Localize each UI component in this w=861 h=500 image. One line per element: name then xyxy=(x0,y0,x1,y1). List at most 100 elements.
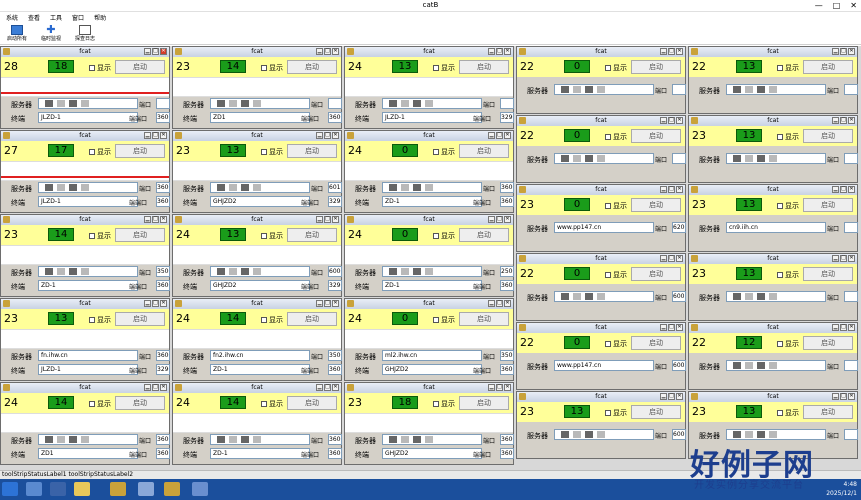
minimize-icon[interactable]: ▁ xyxy=(144,132,151,139)
start-button[interactable]: 启动 xyxy=(115,144,165,158)
port-input[interactable]: 2500 xyxy=(500,266,514,277)
start-button[interactable]: 启动 xyxy=(115,312,165,326)
show-checkbox[interactable]: 显示 xyxy=(605,339,627,349)
start-button[interactable]: 启动 xyxy=(631,267,681,281)
server-input[interactable] xyxy=(210,266,310,277)
checkbox-icon[interactable] xyxy=(605,410,611,416)
listen-port-input[interactable]: 3600 xyxy=(328,364,342,375)
listen-port-input[interactable]: 3600 xyxy=(328,448,342,459)
explorer-icon[interactable] xyxy=(74,482,90,496)
server-input[interactable] xyxy=(38,434,138,445)
close-icon[interactable]: ✕ xyxy=(848,255,855,262)
close-icon[interactable]: ✕ xyxy=(332,216,339,223)
port-input[interactable]: 6000 xyxy=(672,429,686,440)
listen-port-input[interactable]: 3600 xyxy=(156,196,170,207)
start-button[interactable]: 启动 xyxy=(287,60,337,74)
menu-help[interactable]: 帮助 xyxy=(94,13,106,22)
checkbox-icon[interactable] xyxy=(89,401,95,407)
close-icon[interactable]: ✕ xyxy=(848,117,855,124)
listen-port-input[interactable]: 3600 xyxy=(500,280,514,291)
checkbox-icon[interactable] xyxy=(261,317,267,323)
minimize-icon[interactable]: ▁ xyxy=(488,48,495,55)
close-button[interactable]: ✕ xyxy=(850,1,857,10)
show-checkbox[interactable]: 显示 xyxy=(89,315,111,325)
port-input[interactable]: 3500 xyxy=(328,350,342,361)
minimize-icon[interactable]: ▁ xyxy=(832,117,839,124)
show-checkbox[interactable]: 显示 xyxy=(433,399,455,409)
terminal-input[interactable]: JLZD-1 xyxy=(38,196,138,207)
show-checkbox[interactable]: 显示 xyxy=(89,399,111,409)
listen-port-input[interactable]: 3600 xyxy=(500,448,514,459)
port-input[interactable]: 3500 xyxy=(500,350,514,361)
checkbox-icon[interactable] xyxy=(433,149,439,155)
start-icon[interactable] xyxy=(2,482,18,496)
close-icon[interactable]: ✕ xyxy=(160,300,167,307)
close-icon[interactable]: ✕ xyxy=(332,300,339,307)
close-icon[interactable]: ✕ xyxy=(504,216,511,223)
close-icon[interactable]: ✕ xyxy=(676,324,683,331)
minimize-icon[interactable]: ▁ xyxy=(144,48,151,55)
maximize-icon[interactable]: □ xyxy=(152,48,159,55)
show-checkbox[interactable]: 显示 xyxy=(777,132,799,142)
close-icon[interactable]: ✕ xyxy=(332,48,339,55)
menu-tools[interactable]: 工具 xyxy=(50,13,62,22)
port-input[interactable] xyxy=(672,84,686,95)
listen-port-input[interactable]: 3290 xyxy=(500,112,514,123)
maximize-icon[interactable]: □ xyxy=(324,132,331,139)
checkbox-icon[interactable] xyxy=(261,401,267,407)
maximize-icon[interactable]: □ xyxy=(324,300,331,307)
start-all-button[interactable]: 启动所有 xyxy=(4,23,30,44)
start-button[interactable]: 启动 xyxy=(459,60,509,74)
terminal-input[interactable]: ZD-1 xyxy=(38,280,138,291)
start-button[interactable]: 启动 xyxy=(459,312,509,326)
checkbox-icon[interactable] xyxy=(777,203,783,209)
server-input[interactable] xyxy=(382,98,482,109)
show-checkbox[interactable]: 显示 xyxy=(89,147,111,157)
checkbox-icon[interactable] xyxy=(605,65,611,71)
show-checkbox[interactable]: 显示 xyxy=(89,231,111,241)
checkbox-icon[interactable] xyxy=(777,65,783,71)
terminal-input[interactable]: JLZD-1 xyxy=(38,364,138,375)
start-button[interactable]: 启动 xyxy=(631,129,681,143)
listen-port-input[interactable]: 3600 xyxy=(156,448,170,459)
port-input[interactable] xyxy=(844,84,858,95)
minimize-icon[interactable]: ▁ xyxy=(832,324,839,331)
show-checkbox[interactable]: 显示 xyxy=(605,132,627,142)
terminal-input[interactable]: ZD-1 xyxy=(382,196,482,207)
powershell-icon[interactable] xyxy=(50,482,66,496)
fcat-app-icon[interactable] xyxy=(110,482,126,496)
server-input[interactable] xyxy=(382,434,482,445)
minimize-icon[interactable]: ▁ xyxy=(488,132,495,139)
minimize-icon[interactable]: ▁ xyxy=(660,393,667,400)
server-input[interactable] xyxy=(210,434,310,445)
close-icon[interactable]: ✕ xyxy=(848,186,855,193)
server-input[interactable]: cn9.iih.cn xyxy=(726,222,826,233)
server-input[interactable] xyxy=(38,266,138,277)
show-checkbox[interactable]: 显示 xyxy=(261,315,283,325)
log-button[interactable]: 探查日志 xyxy=(72,23,98,44)
checkbox-icon[interactable] xyxy=(261,233,267,239)
checkbox-icon[interactable] xyxy=(89,317,95,323)
show-checkbox[interactable]: 显示 xyxy=(261,231,283,241)
start-button[interactable]: 启动 xyxy=(115,60,165,74)
checkbox-icon[interactable] xyxy=(605,134,611,140)
checkbox-icon[interactable] xyxy=(89,149,95,155)
checkbox-icon[interactable] xyxy=(89,233,95,239)
show-checkbox[interactable]: 显示 xyxy=(777,270,799,280)
listen-port-input[interactable]: 3600 xyxy=(328,112,342,123)
server-input[interactable] xyxy=(554,429,654,440)
maximize-icon[interactable]: □ xyxy=(152,132,159,139)
port-input[interactable]: 6200 xyxy=(672,222,686,233)
server-input[interactable] xyxy=(554,84,654,95)
minimize-icon[interactable]: ▁ xyxy=(660,186,667,193)
minimize-icon[interactable]: ▁ xyxy=(488,384,495,391)
maximize-icon[interactable]: □ xyxy=(324,384,331,391)
start-button[interactable]: 启动 xyxy=(115,228,165,242)
terminal-input[interactable]: JLZD-1 xyxy=(382,112,482,123)
port-input[interactable]: 6000 xyxy=(328,266,342,277)
maximize-icon[interactable]: □ xyxy=(840,255,847,262)
port-input[interactable]: 3600 xyxy=(156,434,170,445)
start-button[interactable]: 启动 xyxy=(803,129,853,143)
listen-port-input[interactable]: 3290 xyxy=(156,364,170,375)
port-input[interactable]: 3600 xyxy=(156,350,170,361)
